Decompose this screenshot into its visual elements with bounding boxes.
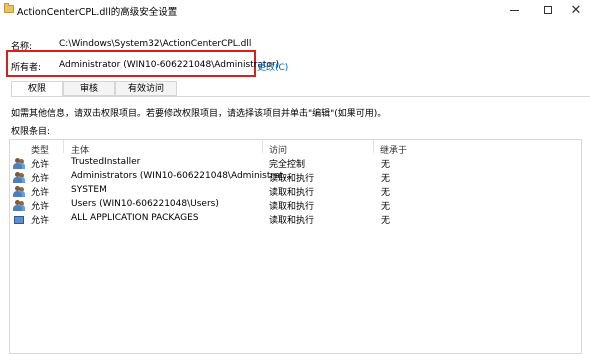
entry-type: 允许 [31, 216, 50, 226]
column-header-type[interactable]: 类型 [31, 143, 49, 156]
permission-entries-label: 权限条目: [11, 127, 51, 137]
entry-principal: Administrators (WIN10-606221048\Administ… [71, 171, 292, 181]
folder-icon [4, 3, 14, 13]
info-text: 如需其他信息，请双击权限项目。若要修改权限项目，请选择该项目并单击"编辑"(如果… [11, 109, 387, 119]
entry-type: 允许 [31, 174, 50, 184]
owner-label: 所有者: [11, 63, 42, 73]
entry-access: 读取和执行 [269, 188, 315, 198]
column-separator[interactable] [63, 140, 64, 153]
minimize-icon [509, 9, 519, 11]
entry-inherited-from: 无 [381, 188, 391, 198]
entry-inherited-from: 无 [381, 160, 391, 170]
package-icon [13, 214, 25, 225]
entry-principal: ALL APPLICATION PACKAGES [71, 213, 199, 223]
entry-type: 允许 [31, 188, 50, 198]
tab-effective-access[interactable]: 有效访问 [115, 81, 177, 96]
entry-inherited-from: 无 [381, 216, 391, 226]
maximize-icon [544, 6, 552, 14]
entry-inherited-from: 无 [381, 202, 391, 212]
maximize-button[interactable] [537, 2, 559, 18]
close-button[interactable]: ✕ [565, 2, 587, 18]
entry-principal: TrustedInstaller [71, 157, 141, 167]
title-bar: ActionCenterCPL.dll的高级安全设置 ✕ [0, 0, 590, 20]
entry-access: 读取和执行 [269, 216, 315, 226]
column-header-access[interactable]: 访问 [269, 143, 287, 156]
close-icon: ✕ [570, 2, 582, 18]
table-row[interactable]: 允许 Users (WIN10-606221048\Users) 读取和执行 无 [10, 199, 580, 212]
column-separator[interactable] [262, 140, 263, 153]
tab-auditing[interactable]: 审核 [63, 81, 115, 96]
entry-type: 允许 [31, 160, 50, 170]
entry-inherited-from: 无 [381, 174, 391, 184]
table-row[interactable]: 允许 Administrators (WIN10-606221048\Admin… [10, 171, 580, 184]
entry-type: 允许 [31, 202, 50, 212]
table-row[interactable]: 允许 SYSTEM 读取和执行 无 [10, 185, 580, 198]
owner-value: Administrator (WIN10-606221048\Administr… [59, 60, 280, 70]
column-header-principal[interactable]: 主体 [71, 143, 89, 156]
entry-access: 读取和执行 [269, 202, 315, 212]
tab-permissions[interactable]: 权限 [11, 81, 63, 97]
entry-principal: Users (WIN10-606221048\Users) [71, 199, 219, 209]
entry-principal: SYSTEM [71, 185, 107, 195]
minimize-button[interactable] [503, 2, 525, 18]
window-title: ActionCenterCPL.dll的高级安全设置 [17, 7, 178, 18]
column-separator[interactable] [373, 140, 374, 153]
tab-divider [11, 96, 590, 97]
entry-access: 读取和执行 [269, 174, 315, 184]
file-path-value: C:\Windows\System32\ActionCenterCPL.dll [59, 39, 252, 49]
column-header-inherited-from[interactable]: 继承于 [380, 143, 407, 156]
entry-access: 完全控制 [269, 160, 306, 170]
table-row[interactable]: 允许 TrustedInstaller 完全控制 无 [10, 157, 580, 170]
change-owner-link[interactable]: 更改(C) [257, 60, 288, 73]
table-row[interactable]: 允许 ALL APPLICATION PACKAGES 读取和执行 无 [10, 213, 580, 226]
